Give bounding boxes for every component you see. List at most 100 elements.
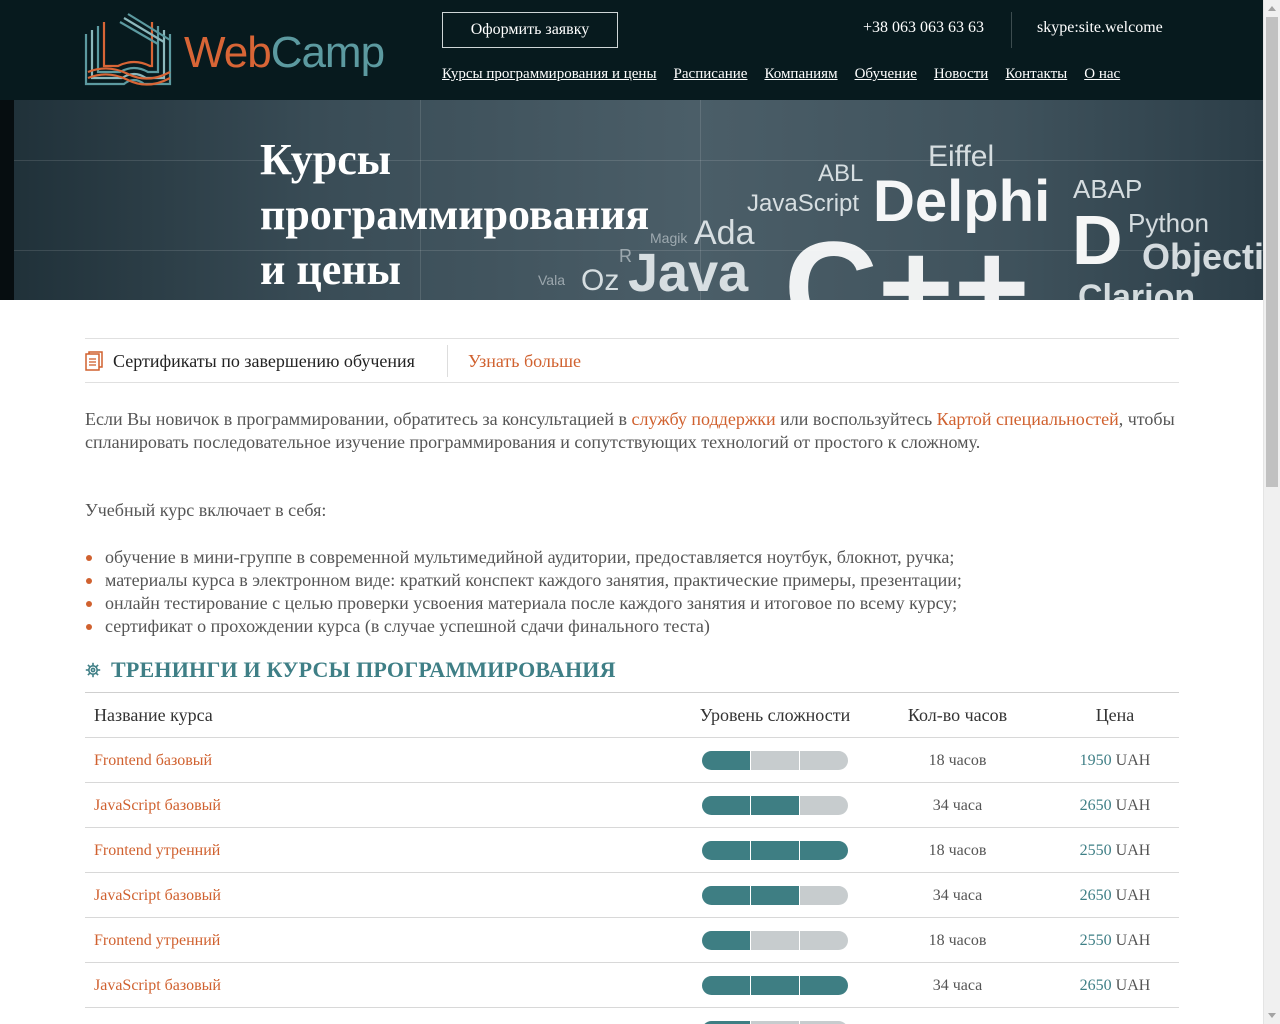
difficulty-segment <box>799 751 848 770</box>
header-course-name: Название курса <box>94 705 213 725</box>
scroll-up-arrow-icon[interactable] <box>1268 6 1276 11</box>
banner-word: Clarion <box>1078 278 1196 300</box>
course-name-cell: JavaScript базовый <box>94 783 654 828</box>
section-title: Тренинги и курсы программирования <box>111 657 616 682</box>
logo[interactable]: WebCamp <box>84 10 385 90</box>
table-row <box>85 1008 1179 1024</box>
price-value: 2650 <box>1079 886 1112 904</box>
price-value: 2650 <box>1079 976 1112 994</box>
price-cell <box>1045 1008 1185 1024</box>
scroll-thumb[interactable] <box>1266 17 1278 487</box>
specialties-map-link[interactable]: Картой специальностей <box>937 409 1119 429</box>
hours-cell: 18 часов <box>928 751 987 769</box>
difficulty-segment <box>750 796 799 815</box>
document-icon <box>85 351 103 371</box>
table-row: JavaScript базовый 34 часа 2650 UAH <box>85 873 1179 918</box>
level-cell <box>685 1008 865 1024</box>
support-link[interactable]: службу поддержки <box>632 409 776 429</box>
price-cell: 2650 UAH <box>1045 963 1185 1008</box>
nav-companies[interactable]: Компаниям <box>764 66 837 83</box>
difficulty-meter <box>702 841 848 860</box>
difficulty-segment <box>750 886 799 905</box>
banner-word: D <box>1072 201 1123 279</box>
hero-banner: Eiffel ABL JavaScript Delphi ABAP Python… <box>0 100 1263 300</box>
nav-news[interactable]: Новости <box>934 66 988 83</box>
nav-about[interactable]: О нас <box>1084 66 1120 83</box>
banner-edge <box>0 100 14 300</box>
includes-title: Учебный курс включает в себя: <box>85 500 327 520</box>
table-row: Frontend утренний 18 часов 2550 UAH <box>85 918 1179 963</box>
banner-word: Objectiv <box>1142 236 1263 277</box>
level-cell <box>685 918 865 963</box>
nav-contacts[interactable]: Контакты <box>1005 66 1067 83</box>
difficulty-segment <box>750 751 799 770</box>
course-link[interactable]: Frontend утренний <box>94 932 220 950</box>
nav-schedule[interactable]: Расписание <box>674 66 748 83</box>
course-link[interactable]: Frontend базовый <box>94 752 212 770</box>
price-cell: 2550 UAH <box>1045 918 1185 963</box>
page-title: Курсы программирования и цены <box>260 135 650 294</box>
table-header: Название курса Уровень сложности Кол-во … <box>85 693 1179 738</box>
order-button[interactable]: Оформить заявку <box>442 12 618 48</box>
difficulty-meter <box>702 796 848 815</box>
price-cell: 2550 UAH <box>1045 828 1185 873</box>
banner-word: ABL <box>818 160 864 187</box>
nav-education[interactable]: Обучение <box>855 66 917 83</box>
course-name-cell <box>94 1008 654 1024</box>
skype-contact[interactable]: skype:site.welcome <box>1037 19 1163 37</box>
certificates-text: Сертификаты по завершению обучения <box>113 351 415 371</box>
course-name-cell: Frontend утренний <box>94 918 654 963</box>
price-value: 1950 <box>1079 751 1112 769</box>
level-cell <box>685 873 865 918</box>
difficulty-meter <box>702 751 848 770</box>
course-name-cell: Frontend базовый <box>94 738 654 783</box>
phone-number[interactable]: +38 063 063 63 63 <box>863 19 984 37</box>
price-currency: UAH <box>1115 796 1151 814</box>
price-cell: 2650 UAH <box>1045 783 1185 828</box>
scroll-down-arrow-icon[interactable] <box>1268 1013 1276 1018</box>
difficulty-segment <box>750 976 799 995</box>
logo-text: WebCamp <box>184 28 385 78</box>
price-currency: UAH <box>1115 931 1151 949</box>
difficulty-segment <box>702 976 750 995</box>
difficulty-segment <box>799 976 848 995</box>
page-scrollbar[interactable] <box>1263 0 1280 1024</box>
level-cell <box>685 828 865 873</box>
gear-icon <box>85 662 101 678</box>
includes-list: обучение в мини-группе в современной мул… <box>85 546 1185 638</box>
difficulty-meter <box>702 886 848 905</box>
level-cell <box>685 738 865 783</box>
course-link[interactable]: JavaScript базовый <box>94 797 221 815</box>
logo-text-camp: Camp <box>270 28 385 77</box>
banner-word: C++ <box>784 214 1030 300</box>
nav-courses[interactable]: Курсы программирования и цены <box>442 66 657 83</box>
course-link[interactable]: Frontend утренний <box>94 842 220 860</box>
difficulty-segment <box>750 841 799 860</box>
intro-text: Если Вы новичок в программировании, обра… <box>85 409 632 429</box>
site-header: WebCamp Оформить заявку +38 063 063 63 6… <box>0 0 1263 100</box>
hours-cell: 18 часов <box>928 841 987 859</box>
main-nav: Курсы программирования и цены Расписание… <box>442 66 1120 83</box>
course-link[interactable]: JavaScript базовый <box>94 977 221 995</box>
learn-more-link[interactable]: Узнать больше <box>468 351 581 372</box>
difficulty-meter <box>702 931 848 950</box>
hours-cell <box>885 1008 1030 1024</box>
hours-cell: 18 часов <box>928 931 987 949</box>
courses-table: Название курса Уровень сложности Кол-во … <box>85 692 1179 1024</box>
difficulty-segment <box>702 841 750 860</box>
header-price: Цена <box>1095 705 1135 725</box>
table-body: Frontend базовый 18 часов 1950 UAH JavaScrip… <box>85 738 1179 1024</box>
hours-cell: 34 часа <box>932 976 983 994</box>
list-item: онлайн тестирование с целью проверки усв… <box>85 592 1185 615</box>
course-name-cell: JavaScript базовый <box>94 963 654 1008</box>
difficulty-segment <box>799 931 848 950</box>
hours-cell: 34 часа <box>932 886 983 904</box>
price-cell: 1950 UAH <box>1045 738 1185 783</box>
course-link[interactable]: JavaScript базовый <box>94 887 221 905</box>
table-row: JavaScript базовый 34 часа 2650 UAH <box>85 963 1179 1008</box>
intro-text: или воспользуйтесь <box>775 409 937 429</box>
header-divider <box>1011 12 1012 48</box>
list-item: сертификат о прохождении курса (в случае… <box>85 615 1185 638</box>
banner-word: Python <box>1128 208 1209 238</box>
level-cell <box>685 963 865 1008</box>
